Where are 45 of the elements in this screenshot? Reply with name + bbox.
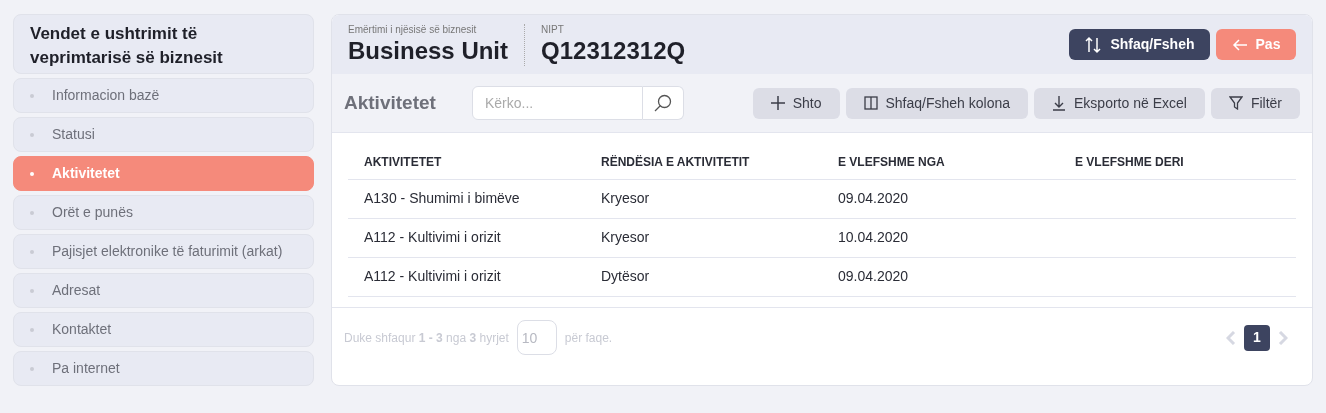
table-cell: Dytësor — [585, 257, 822, 296]
table-cell: A112 - Kultivimi i orizit — [348, 257, 585, 296]
search-field[interactable]: Kërko... — [472, 86, 643, 120]
table-cell: 09.04.2020 — [822, 257, 1059, 296]
arrow-left-icon — [1231, 37, 1248, 52]
column-header: AKTIVITETET — [348, 145, 585, 179]
table-cell: Kryesor — [585, 179, 822, 218]
sidebar-item[interactable]: Aktivitetet — [13, 156, 314, 191]
toggle-button[interactable]: Shfaq/Fsheh — [1069, 29, 1210, 60]
table-cell: A112 - Kultivimi i orizit — [348, 218, 585, 257]
columns-button[interactable]: Shfaq/Fsheh kolona — [845, 87, 1029, 119]
table-cell: A130 - Shumimi i bimëve — [348, 179, 585, 218]
table-cell: Kryesor — [585, 218, 822, 257]
search-icon — [654, 94, 672, 112]
columns-icon — [863, 96, 878, 110]
chevron-right-icon[interactable] — [1278, 330, 1288, 345]
export-button[interactable]: Eksporto në Excel — [1034, 87, 1205, 119]
business-name: Business Unit — [348, 35, 509, 66]
download-icon — [1052, 95, 1067, 111]
chevron-left-icon[interactable] — [1226, 330, 1236, 345]
page-button[interactable]: 1 — [1244, 324, 1270, 351]
column-header: RËNDËSIA E AKTIVITETIT — [585, 145, 822, 179]
nipt-value: Q12312312Q — [541, 35, 686, 66]
sidebar-item[interactable]: Informacion bazë — [13, 78, 314, 113]
back-button[interactable]: Pas — [1216, 29, 1296, 60]
sidebar-item[interactable]: Kontaktet — [13, 312, 314, 347]
sidebar-item[interactable]: Orët e punës — [13, 195, 314, 230]
filter-icon — [1228, 96, 1243, 110]
plus-icon — [770, 96, 785, 110]
filter-button[interactable]: Filtër — [1210, 87, 1300, 119]
column-header: E VLEFSHME NGA — [822, 145, 1059, 179]
table-cell: 09.04.2020 — [822, 179, 1059, 218]
sidebar-item[interactable]: Statusi — [13, 117, 314, 152]
section-title: Aktivitetet — [344, 90, 437, 115]
field-label: Emërtimi i njësisë së biznesit — [348, 23, 478, 36]
field-label: NIPT — [541, 23, 565, 36]
sidebar-title: Vendet e ushtrimit të veprimtarisë së biznesit — [13, 14, 314, 74]
sort-arrows-icon — [1084, 35, 1103, 54]
column-header: E VLEFSHME DERI — [1059, 145, 1296, 179]
table-cell: 10.04.2020 — [822, 218, 1059, 257]
search-button[interactable] — [643, 86, 684, 120]
sidebar-item[interactable]: Pajisjet elektronike të faturimit (arkat) — [13, 234, 314, 269]
sidebar-item[interactable]: Adresat — [13, 273, 314, 308]
add-button[interactable]: Shto — [752, 87, 840, 119]
sidebar-item[interactable]: Pa internet — [13, 351, 314, 386]
